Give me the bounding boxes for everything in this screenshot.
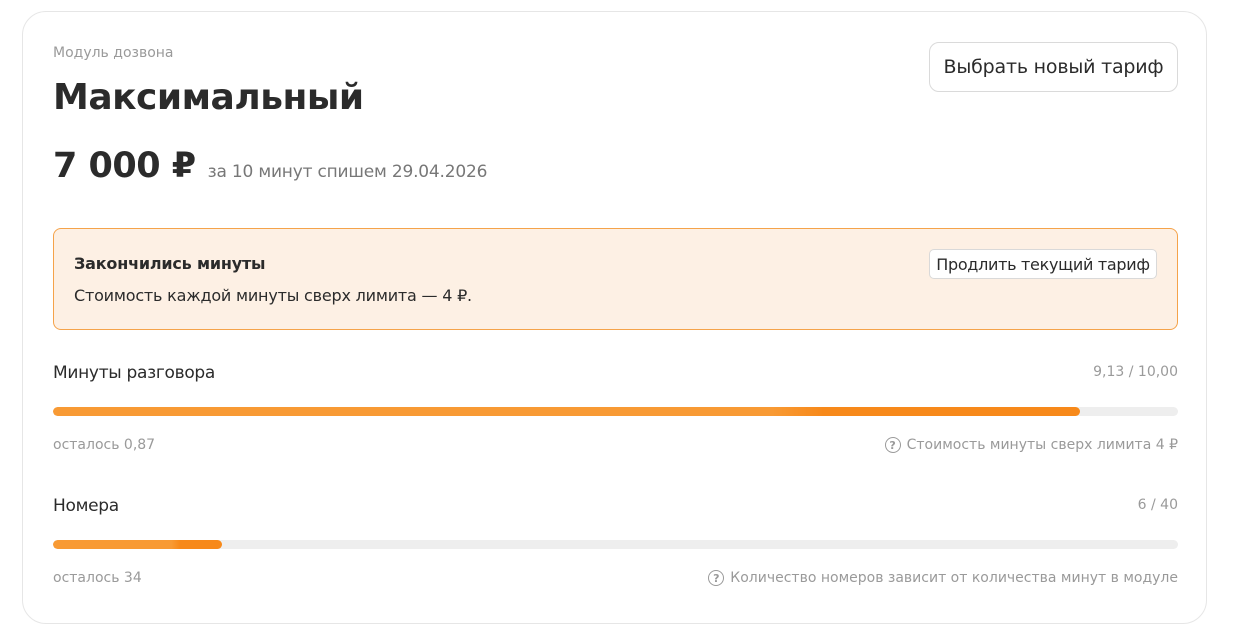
choose-new-tariff-button[interactable]: Выбрать новый тариф bbox=[929, 42, 1178, 92]
minutes-ended-alert: Закончились минуты Стоимость каждой мину… bbox=[53, 228, 1178, 330]
alert-title: Закончились минуты bbox=[74, 254, 266, 273]
usage-remaining: осталось 34 bbox=[53, 570, 142, 586]
tariff-price: 7 000 ₽ bbox=[53, 146, 196, 186]
usage-hint[interactable]: ? Количество номеров зависит от количест… bbox=[708, 568, 1178, 588]
progress-bar-fill bbox=[53, 407, 1081, 416]
tariff-name: Максимальный bbox=[53, 77, 364, 118]
module-label: Модуль дозвона bbox=[53, 45, 174, 61]
usage-hint-text: Количество номеров зависит от количества… bbox=[730, 570, 1178, 586]
usage-count: 6 / 40 bbox=[1137, 497, 1178, 513]
progress-bar bbox=[53, 540, 1178, 549]
tariff-card: Модуль дозвона Максимальный Выбрать новы… bbox=[22, 11, 1207, 624]
usage-title: Минуты разговора bbox=[53, 363, 216, 383]
question-icon[interactable]: ? bbox=[884, 437, 901, 453]
question-icon[interactable]: ? bbox=[708, 570, 725, 586]
usage-hint-text: Стоимость минуты сверх лимита 4 ₽ bbox=[906, 437, 1178, 453]
usage-count: 9,13 / 10,00 bbox=[1093, 364, 1178, 380]
usage-hint[interactable]: ? Стоимость минуты сверх лимита 4 ₽ bbox=[884, 435, 1178, 455]
progress-bar-fill bbox=[53, 540, 222, 549]
extend-tariff-button[interactable]: Продлить текущий тариф bbox=[929, 249, 1157, 279]
progress-bar bbox=[53, 407, 1178, 416]
usage-title: Номера bbox=[53, 496, 119, 516]
price-row: 7 000 ₽ за 10 минут спишем 29.04.2026 bbox=[53, 146, 487, 186]
alert-text: Стоимость каждой минуты сверх лимита — 4… bbox=[74, 286, 472, 305]
price-note: за 10 минут спишем 29.04.2026 bbox=[207, 162, 488, 182]
usage-remaining: осталось 0,87 bbox=[53, 437, 156, 453]
